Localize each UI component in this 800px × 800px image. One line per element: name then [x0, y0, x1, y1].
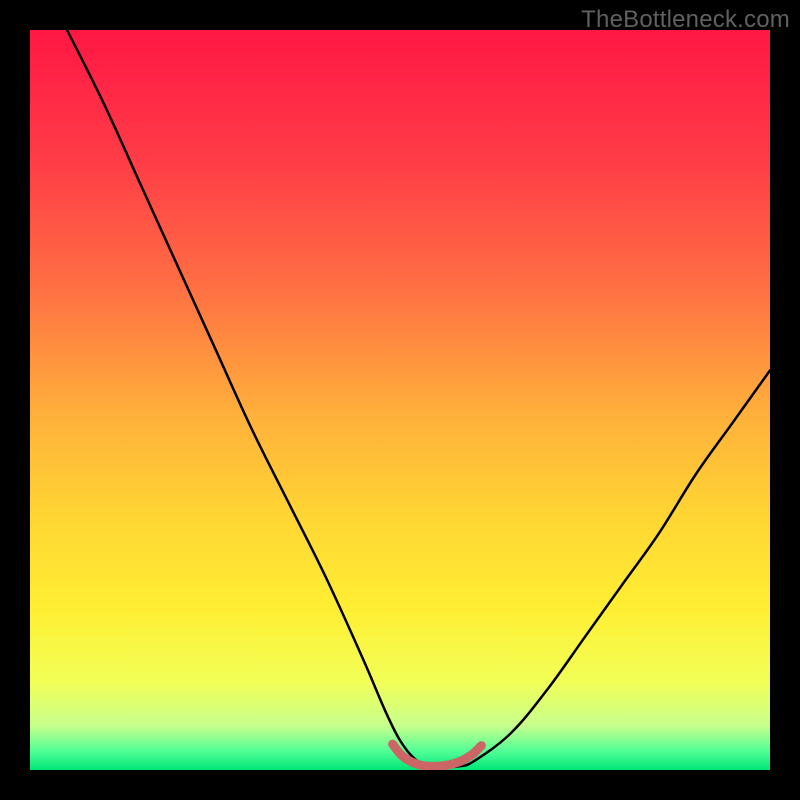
curve-layer — [30, 30, 770, 770]
plot-area — [30, 30, 770, 770]
chart-frame: TheBottleneck.com — [0, 0, 800, 800]
bottleneck-curve — [67, 30, 770, 767]
watermark-text: TheBottleneck.com — [581, 6, 790, 34]
